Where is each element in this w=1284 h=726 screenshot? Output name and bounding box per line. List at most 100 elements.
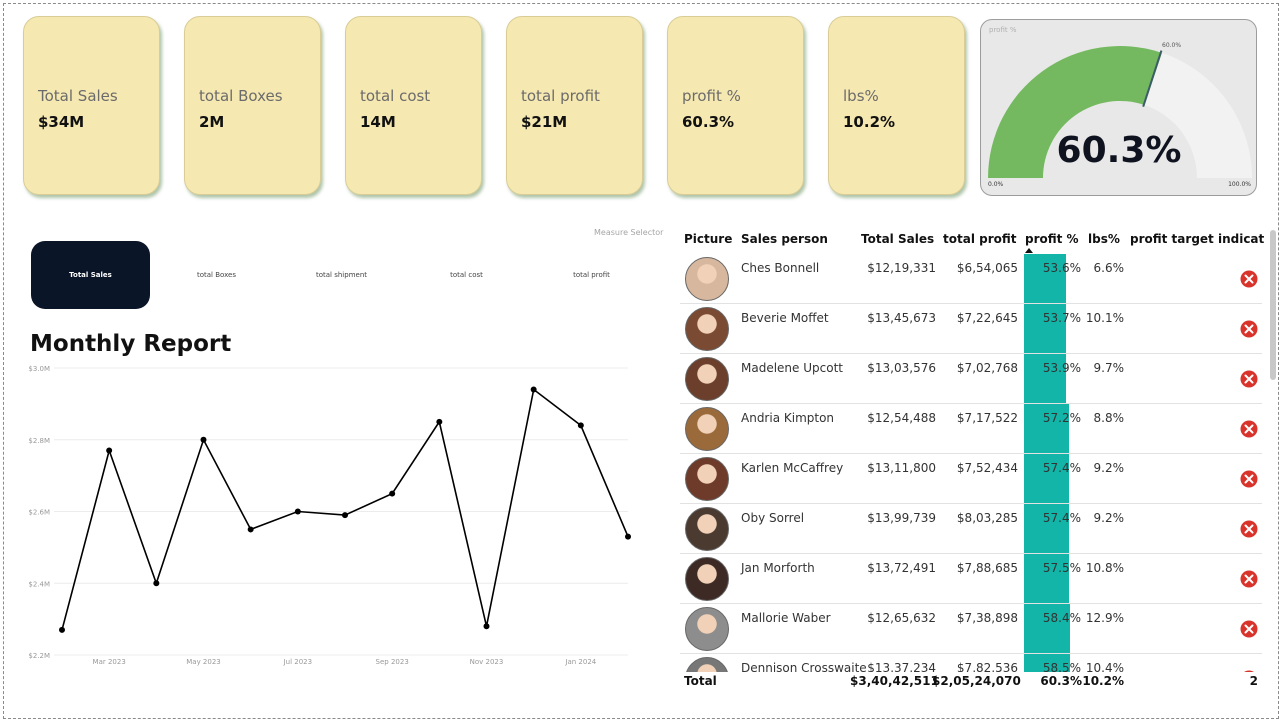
avatar xyxy=(685,407,729,451)
kpi-value: $21M xyxy=(521,113,568,131)
target-missed-x-icon xyxy=(1240,520,1258,538)
column-header-picture[interactable]: Picture xyxy=(684,232,732,246)
table-body[interactable]: Ches Bonnell $12,19,331 $6,54,065 53.6% 6.6%… xyxy=(680,254,1264,672)
total-sales-cell: $12,19,331 xyxy=(867,261,936,275)
x-tick-label: Jan 2024 xyxy=(564,658,596,666)
table-scrollbar[interactable] xyxy=(1270,230,1276,380)
lbs-pct-cell: 10.8% xyxy=(1085,561,1124,575)
table-row[interactable]: Oby Sorrel $13,99,739 $8,03,285 57.4% 9.2% xyxy=(680,504,1262,554)
avatar xyxy=(685,457,729,501)
avatar xyxy=(685,657,729,672)
gauge-max-label: 100.0% xyxy=(1228,181,1251,188)
total-profit-cell: $7,22,645 xyxy=(956,311,1018,325)
gauge-min-label: 0.0% xyxy=(988,181,1004,188)
y-tick-label: $2.8M xyxy=(28,437,50,445)
profit-pct-cell: 53.6% xyxy=(1042,261,1081,275)
kpi-label: total cost xyxy=(360,87,431,105)
table-row[interactable]: Andria Kimpton $12,54,488 $7,17,522 57.2% 8.… xyxy=(680,404,1262,454)
total-profit-cell: $7,88,685 xyxy=(956,561,1018,575)
total-sales-cell: $13,72,491 xyxy=(867,561,936,575)
kpi-label: total profit xyxy=(521,87,600,105)
monthly-line-chart[interactable]: $2.2M $2.4M $2.6M $2.8M $3.0M Mar 2023 May 202… xyxy=(0,358,640,673)
column-header-lbs-pct[interactable]: lbs% xyxy=(1088,232,1120,246)
kpi-card-profit-pct: profit % 60.3% xyxy=(667,16,804,195)
target-missed-x-icon xyxy=(1240,370,1258,388)
data-point xyxy=(625,533,631,540)
lbs-pct-cell: 9.2% xyxy=(1093,511,1125,525)
data-point xyxy=(294,508,301,515)
data-point xyxy=(530,386,537,393)
x-tick-label: May 2023 xyxy=(186,658,221,666)
total-sales-cell: $13,11,800 xyxy=(867,461,936,475)
sort-ascending-icon[interactable] xyxy=(1025,248,1033,253)
data-point xyxy=(389,490,396,497)
kpi-label: total Boxes xyxy=(199,87,283,105)
kpi-card-total-profit: total profit $21M xyxy=(506,16,643,195)
total-profit-cell: $6,54,065 xyxy=(956,261,1018,275)
avatar xyxy=(685,307,729,351)
y-tick-label: $2.2M xyxy=(28,652,50,660)
y-tick-label: $2.6M xyxy=(28,509,50,517)
kpi-value: 60.3% xyxy=(682,113,735,131)
data-point xyxy=(577,422,584,429)
gauge-svg: profit % 60.0% 60.3% 0.0% 100.0% xyxy=(988,26,1252,188)
column-header-total-sales[interactable]: Total Sales xyxy=(861,232,934,246)
measure-option-total-profit[interactable]: total profit xyxy=(532,241,651,309)
data-point xyxy=(436,418,443,425)
avatar xyxy=(685,607,729,651)
sales-person-name: Andria Kimpton xyxy=(741,411,835,425)
series-line xyxy=(61,388,629,631)
table-row[interactable]: Dennison Crosswaite $13,37,234 $7,82,536 58… xyxy=(680,654,1262,672)
sales-person-name: Ches Bonnell xyxy=(741,261,820,275)
table-row[interactable]: Madelene Upcott $13,03,576 $7,02,768 53.9% 9… xyxy=(680,354,1262,404)
lbs-pct-cell: 10.4% xyxy=(1085,661,1124,672)
x-tick-label: Mar 2023 xyxy=(93,658,126,666)
target-missed-x-icon xyxy=(1240,420,1258,438)
measure-option-total-boxes[interactable]: total Boxes xyxy=(157,241,276,309)
table-row[interactable]: Ches Bonnell $12,19,331 $6,54,065 53.6% 6.6% xyxy=(680,254,1262,304)
total-profit-cell: $8,03,285 xyxy=(956,511,1018,525)
table-row[interactable]: Mallorie Waber $12,65,632 $7,38,898 58.4% 12… xyxy=(680,604,1262,654)
data-point xyxy=(247,526,254,533)
kpi-card-lbs-pct: lbs% 10.2% xyxy=(828,16,965,195)
measure-selector-title: Measure Selector xyxy=(594,228,664,237)
target-missed-x-icon xyxy=(1240,620,1258,638)
lbs-pct-cell: 8.8% xyxy=(1093,411,1125,425)
avatar xyxy=(685,507,729,551)
kpi-value: $34M xyxy=(38,113,85,131)
x-tick-label: Nov 2023 xyxy=(470,658,504,666)
table-row[interactable]: Beverie Moffet $13,45,673 $7,22,645 53.7% 10… xyxy=(680,304,1262,354)
total-sales-value: $3,40,42,511 xyxy=(850,674,939,688)
column-header-profit-pct[interactable]: profit % xyxy=(1025,232,1079,246)
gauge-value: 60.3% xyxy=(1057,130,1182,171)
measure-option-total-sales[interactable]: Total Sales xyxy=(31,241,150,309)
gauge-title: profit % xyxy=(989,26,1017,34)
column-header-profit-target-indicator[interactable]: profit target indicator xyxy=(1130,232,1264,246)
sales-person-name: Oby Sorrel xyxy=(741,511,805,525)
table-row[interactable]: Karlen McCaffrey $13,11,800 $7,52,434 57.4%… xyxy=(680,454,1262,504)
table-row[interactable]: Jan Morforth $13,72,491 $7,88,685 57.5% 10.8… xyxy=(680,554,1262,604)
total-profit-value: $2,05,24,070 xyxy=(932,674,1021,688)
total-sales-cell: $13,45,673 xyxy=(867,311,936,325)
sales-person-name: Mallorie Waber xyxy=(741,611,831,625)
target-missed-x-icon xyxy=(1240,270,1258,288)
target-missed-x-icon xyxy=(1240,470,1258,488)
total-lbs-pct-value: 10.2% xyxy=(1082,674,1124,688)
measure-option-total-cost[interactable]: total cost xyxy=(407,241,526,309)
lbs-pct-cell: 12.9% xyxy=(1085,611,1124,625)
profit-gauge[interactable]: profit % 60.0% 60.3% 0.0% 100.0% xyxy=(980,19,1257,196)
kpi-value: 10.2% xyxy=(843,113,896,131)
lbs-pct-cell: 10.1% xyxy=(1085,311,1124,325)
sales-person-name: Dennison Crosswaite xyxy=(741,661,867,672)
column-header-sales-person[interactable]: Sales person xyxy=(741,232,828,246)
total-sales-cell: $12,54,488 xyxy=(867,411,936,425)
total-sales-cell: $13,03,576 xyxy=(867,361,936,375)
column-header-total-profit[interactable]: total profit xyxy=(943,232,1017,246)
total-profit-cell: $7,52,434 xyxy=(956,461,1018,475)
measure-option-total-shipment[interactable]: total shipment xyxy=(282,241,401,309)
kpi-label: lbs% xyxy=(843,87,879,105)
x-tick-label: Jul 2023 xyxy=(283,658,313,666)
kpi-value: 2M xyxy=(199,113,225,131)
y-tick-label: $3.0M xyxy=(28,365,50,373)
target-missed-x-icon xyxy=(1240,570,1258,588)
